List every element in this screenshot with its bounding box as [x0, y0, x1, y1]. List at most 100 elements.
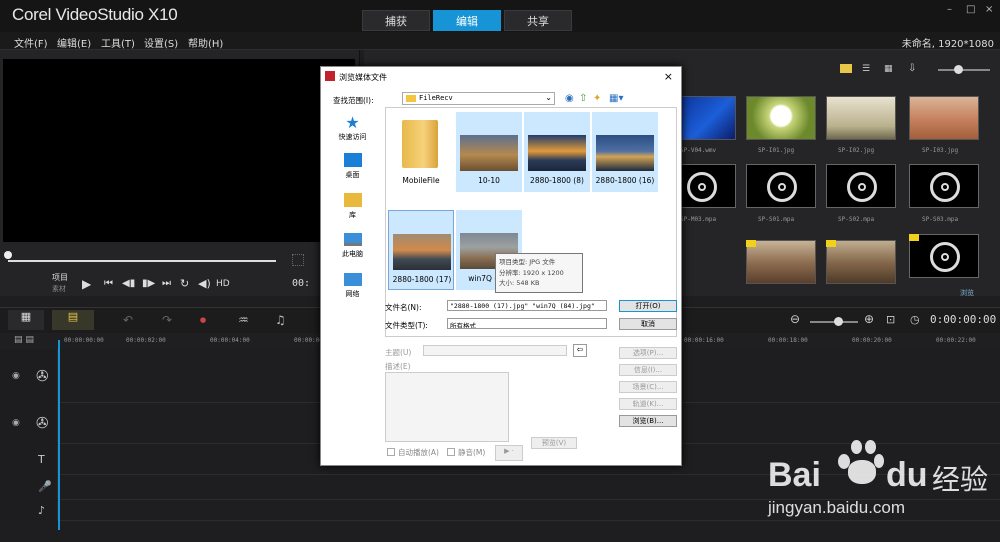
image-thumbnail [393, 234, 451, 270]
back-icon[interactable]: ◉ [565, 93, 574, 104]
menu-edit[interactable]: 编辑(E) [57, 35, 91, 50]
thumbnail-view-icon[interactable] [840, 64, 852, 73]
record-icon[interactable]: ⏺ [200, 313, 206, 328]
library-item[interactable] [909, 234, 979, 278]
place-desktop[interactable]: 桌面 [321, 153, 384, 180]
thumbnail-size-handle[interactable] [954, 65, 963, 74]
menu-settings[interactable]: 设置(S) [144, 35, 178, 50]
preview-button[interactable]: 预览(V) [531, 437, 577, 449]
filetype-dropdown[interactable]: 所有格式 [447, 318, 607, 329]
detail-view-icon[interactable]: ▦ [884, 64, 893, 74]
library-item[interactable] [909, 96, 979, 140]
repeat-icon[interactable]: ↻ [180, 277, 189, 290]
play-icon[interactable]: ▶ [82, 277, 91, 291]
hd-toggle[interactable]: HD [216, 279, 230, 289]
copy-subject-icon[interactable]: ⇦ [573, 344, 587, 357]
zoom-out-icon[interactable]: ⊖ [790, 312, 800, 326]
zoom-handle[interactable] [834, 317, 843, 326]
list-view-icon[interactable]: ☰ [862, 64, 870, 74]
tab-share[interactable]: 共享 [504, 10, 572, 31]
player-timecode[interactable]: 00: [292, 278, 310, 289]
place-network[interactable]: 网络 [321, 273, 384, 299]
scene-button[interactable]: 场景(C)... [619, 381, 677, 393]
filename-input[interactable]: "2880-1800 (17).jpg" "win7Q (84).jpg" [447, 300, 607, 311]
fit-project-icon[interactable]: ⊡ [886, 313, 895, 326]
sort-icon[interactable]: ⇩ [908, 63, 916, 74]
menu-file[interactable]: 文件(F) [14, 35, 48, 50]
timeline-view-icon[interactable]: ▤ [52, 310, 94, 330]
thumbnail-size-slider[interactable] [938, 69, 990, 71]
file-item-folder[interactable]: MobileFile [388, 112, 454, 192]
autoplay-checkbox[interactable] [387, 448, 395, 456]
description-label: 描述(E) [385, 362, 411, 371]
file-item[interactable]: 10-10 [456, 112, 522, 192]
volume-icon[interactable]: ◀) [198, 277, 211, 290]
library-item[interactable] [746, 96, 816, 140]
timeline-timecode[interactable]: 0:00:00:00 [930, 313, 996, 326]
library-item-label: SP-V04.wmv [680, 147, 717, 154]
lookin-dropdown[interactable]: FileRecv ⌄ [402, 92, 555, 105]
browse-link[interactable]: 浏览 [960, 288, 974, 298]
play-preview-icon[interactable]: ▶ · [495, 445, 523, 461]
home-icon[interactable]: ⏮ [104, 278, 113, 289]
view-menu-icon[interactable]: ▦▾ [609, 93, 623, 104]
tab-capture[interactable]: 捕获 [362, 10, 430, 31]
browse-media-dialog: 浏览媒体文件 × 查找范围(I): FileRecv ⌄ ◉ ⇧ ✦ ▦▾ ★ … [320, 66, 682, 466]
library-item[interactable] [826, 164, 896, 208]
maximize-button[interactable]: □ [966, 4, 975, 15]
ruler-tick: 00:00:04:00 [210, 337, 250, 344]
project-mode-label[interactable]: 项目 [52, 272, 68, 283]
auto-music-icon[interactable]: ♫ [275, 313, 286, 327]
place-libraries[interactable]: 库 [321, 193, 384, 220]
audio-badge-icon [909, 234, 919, 241]
storyboard-view-icon[interactable]: ▦ [8, 310, 44, 330]
library-item-label: SP-I03.jpg [922, 147, 959, 154]
info-button[interactable]: 信息(I)... [619, 364, 677, 376]
undo-icon[interactable]: ↶ [123, 313, 133, 327]
subject-input[interactable] [423, 345, 567, 356]
clip-mode-label[interactable]: 素材 [52, 284, 66, 294]
dialog-close-button[interactable]: × [664, 70, 673, 83]
library-item[interactable] [746, 240, 816, 284]
browse-button[interactable]: 浏览(B)... [619, 415, 677, 427]
file-item[interactable]: 2880-1800 (8) [524, 112, 590, 192]
file-item[interactable]: 2880-1800 (16) [592, 112, 658, 192]
close-window-button[interactable]: × [985, 4, 993, 15]
place-quick-access[interactable]: ★ 快速访问 [321, 113, 384, 142]
menu-tools[interactable]: 工具(T) [101, 35, 135, 50]
file-item[interactable]: 2880-1800 (17) [388, 210, 454, 290]
zoom-in-icon[interactable]: ⊕ [864, 312, 874, 326]
place-label: 桌面 [345, 171, 360, 179]
track-visibility-icon[interactable]: ◉ [12, 371, 20, 381]
options-button[interactable]: 选项(P)... [619, 347, 677, 359]
next-frame-icon[interactable]: ▮▶ [142, 278, 155, 289]
scrubber-handle[interactable] [4, 251, 12, 259]
ruler-tick: 00:00:22:00 [936, 337, 976, 344]
film-reel-icon: ✇ [36, 367, 49, 385]
up-folder-icon[interactable]: ⇧ [579, 93, 587, 104]
end-icon[interactable]: ⏭ [162, 278, 171, 289]
minimize-button[interactable]: – [947, 4, 952, 15]
place-this-pc[interactable]: 此电脑 [321, 233, 384, 259]
scrubber-bar[interactable] [8, 260, 276, 262]
new-folder-icon[interactable]: ✦ [593, 93, 601, 104]
track-button[interactable]: 轨道(K)... [619, 398, 677, 410]
redo-icon[interactable]: ↷ [162, 313, 172, 327]
track-visibility-icon[interactable]: ◉ [12, 418, 20, 428]
watermark-brand2: du [886, 456, 928, 494]
library-item[interactable] [826, 240, 896, 284]
library-item[interactable] [746, 164, 816, 208]
cancel-button[interactable]: 取消 [619, 318, 677, 330]
library-item[interactable] [826, 96, 896, 140]
timeline-playhead[interactable] [58, 340, 60, 530]
tab-edit[interactable]: 编辑 [433, 10, 501, 31]
sound-mixer-icon[interactable]: ♒ [238, 313, 249, 327]
description-textarea[interactable] [385, 372, 509, 442]
mark-in-icon[interactable] [292, 254, 304, 266]
library-item[interactable] [909, 164, 979, 208]
prev-frame-icon[interactable]: ◀▮ [122, 278, 135, 289]
track-manager-icon[interactable]: ▤ ▤ [14, 335, 34, 345]
menu-help[interactable]: 帮助(H) [188, 35, 223, 50]
open-button[interactable]: 打开(O) [619, 300, 677, 312]
mute-checkbox[interactable] [447, 448, 455, 456]
